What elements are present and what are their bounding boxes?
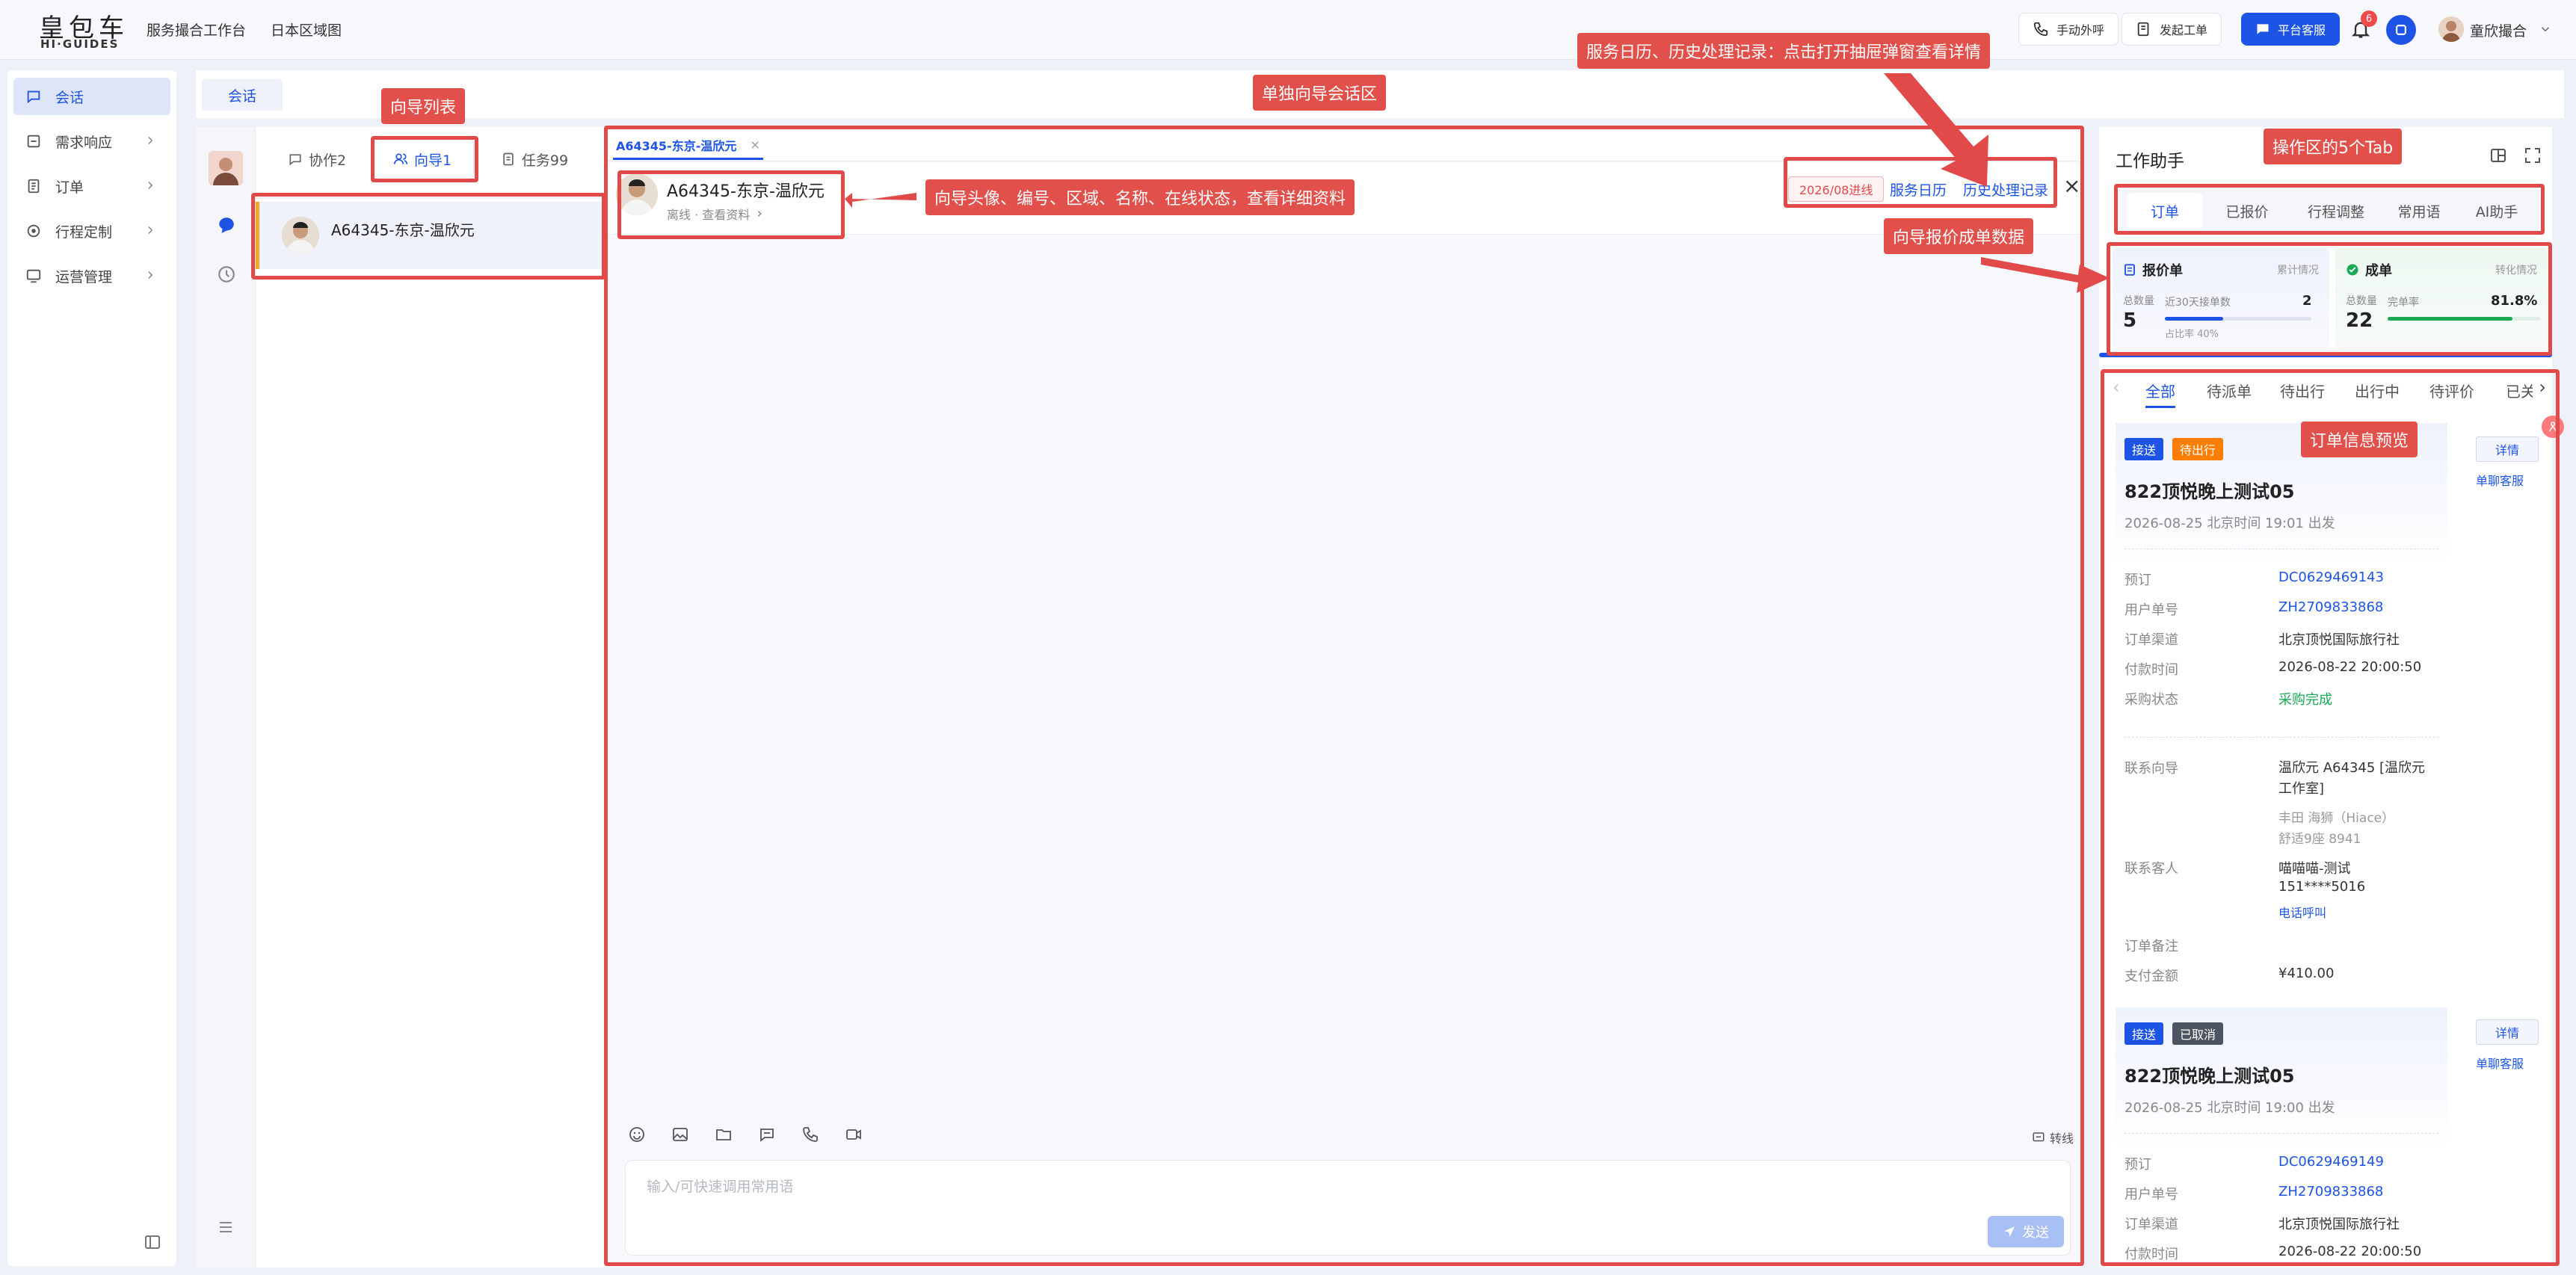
annotation-ops-tabs: 操作区的5个Tab — [2264, 129, 2403, 164]
arrow-to-stats — [1981, 257, 2110, 293]
annotation-guide-info: 向导头像、编号、区域、名称、在线状态，查看详细资料 — [925, 179, 1355, 215]
annotation-calendar-note: 服务日历、历史处理记录：点击打开抽屉弹窗查看详情 — [1577, 33, 1991, 69]
annotation-chat-area: 单独向导会话区 — [1253, 75, 1387, 111]
annotation-order-preview: 订单信息预览 — [2301, 422, 2418, 457]
annotation-quote-data: 向导报价成单数据 — [1884, 218, 2034, 254]
arrow-to-links — [1884, 73, 1988, 187]
arrow-to-guide-info — [845, 193, 916, 208]
annotation-guide-list: 向导列表 — [381, 88, 466, 124]
